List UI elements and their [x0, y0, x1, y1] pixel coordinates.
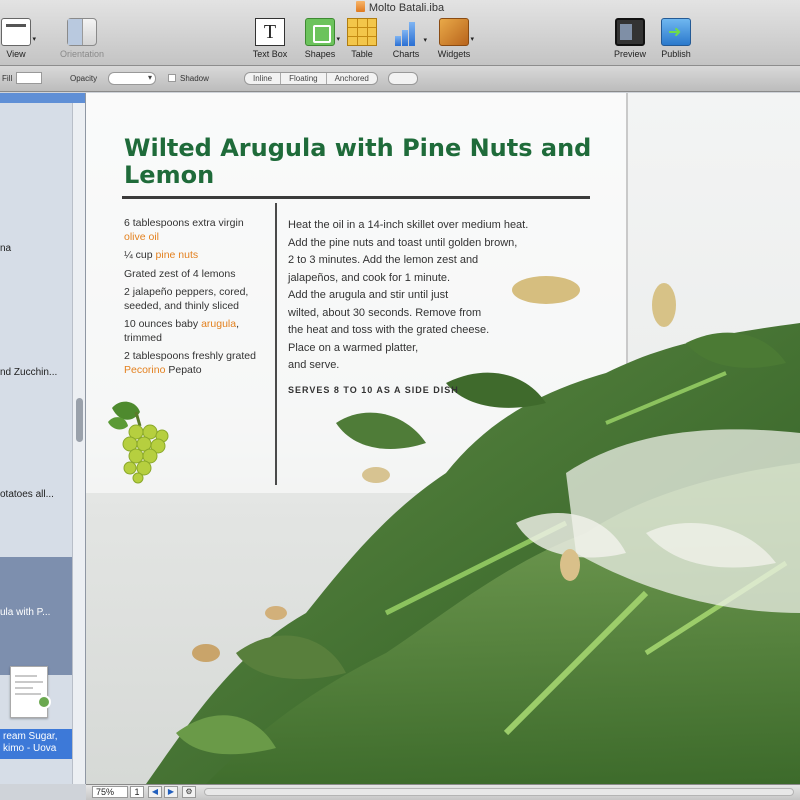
dropdown-caret-icon: ▾ — [470, 35, 474, 43]
fill-color-swatch[interactable] — [16, 72, 42, 84]
charts-button[interactable]: ▾ Charts — [382, 18, 430, 59]
window-title-text: Molto Batali.iba — [368, 2, 445, 14]
publish-button[interactable]: Publish — [652, 18, 700, 59]
highlight-line-1: ream Sugar, — [3, 731, 58, 742]
orientation-label: Orientation — [59, 49, 105, 59]
zoom-select[interactable]: 75% — [92, 786, 128, 798]
ingredient-item: 2 jalapeño peppers, cored, seeded, and t… — [124, 286, 249, 312]
ingredient-item: 2 tablespoons freshly grated Pecorino Pe… — [124, 350, 256, 376]
widgets-button[interactable]: ▾ Widgets — [430, 18, 478, 59]
shadow-label: Shadow — [180, 74, 209, 83]
method-line: the heat and toss with the grated cheese… — [288, 324, 490, 336]
bottom-bar: 75% 1 ◀ ▶ ⚙ — [86, 784, 800, 800]
recipe-title[interactable]: Wilted Arugula with Pine Nuts and Lemon — [124, 135, 594, 189]
previous-page-icon[interactable]: ◀ — [148, 786, 162, 798]
shadow-checkbox[interactable] — [168, 74, 176, 82]
widgets-label: Widgets — [437, 49, 471, 59]
shapes-label: Shapes — [304, 49, 336, 59]
method-line: Add the arugula and stir until just — [288, 289, 449, 301]
method-line: wilted, about 30 seconds. Remove from — [288, 306, 482, 319]
gear-icon[interactable]: ⚙ — [182, 786, 196, 798]
highlight-line-2: kimo - Uova — [3, 743, 57, 754]
window-title: Molto Batali.iba — [0, 1, 800, 14]
preview-button[interactable]: Preview — [606, 18, 654, 59]
orientation-icon — [67, 18, 97, 46]
text-box-button[interactable]: T Text Box — [246, 18, 294, 59]
text-box-icon: T — [255, 18, 285, 46]
shapes-button[interactable]: ▾ Shapes — [296, 18, 344, 59]
ingredient-highlight: arugula — [201, 318, 237, 330]
page-thumbnail[interactable] — [10, 666, 51, 718]
method-line: 2 to 3 minutes. Add the lemon zest and — [288, 254, 479, 266]
view-label: View — [6, 49, 26, 59]
sidebar-item-selected[interactable]: ula with P... — [0, 557, 72, 675]
ingredient-highlight: pine nuts — [155, 249, 199, 261]
sidebar-item[interactable]: otatoes all... — [0, 489, 72, 500]
wrap-segmented-control: Inline Floating Anchored — [244, 72, 378, 85]
table-icon — [347, 18, 377, 46]
dropdown-caret-icon: ▾ — [423, 36, 427, 44]
sidebar-item-highlighted[interactable]: ream Sugar, kimo - Uova — [0, 729, 80, 759]
sidebar-scroll-thumb[interactable] — [76, 398, 83, 442]
publish-icon — [661, 18, 691, 46]
grape-cluster-icon — [108, 401, 169, 484]
method-line: Heat the oil in a 14-inch skillet over m… — [288, 219, 529, 231]
opacity-select[interactable] — [108, 72, 156, 85]
table-label: Table — [351, 49, 373, 59]
sidebar-selected-label: ula with P... — [0, 607, 51, 618]
document-icon — [355, 1, 365, 12]
fill-label: Fill — [2, 74, 13, 83]
horizontal-scrollbar[interactable] — [204, 788, 794, 796]
sidebar-item[interactable]: nd Zucchin... — [0, 367, 72, 378]
page-number-field[interactable]: 1 — [130, 786, 144, 798]
method-line: Place on a warmed platter, — [288, 341, 419, 354]
wrap-inline-option[interactable]: Inline — [245, 73, 282, 84]
method-line: jalapeños, and cook for 1 minute. — [288, 271, 451, 284]
widgets-icon: ▾ — [439, 18, 474, 46]
sidebar-scrollbar[interactable] — [72, 103, 85, 784]
format-bar: Fill Opacity Shadow Inline Floating Anch… — [0, 66, 800, 92]
method-line: Add the pine nuts and toast until golden… — [288, 236, 518, 249]
publish-label: Publish — [661, 49, 691, 59]
sidebar-item[interactable]: na — [0, 243, 72, 254]
wrap-floating-option[interactable]: Floating — [281, 73, 327, 84]
ingredient-item: Grated zest of 4 lemons — [124, 267, 236, 280]
ingredients-list[interactable]: 6 tablespoons extra virgin olive oil ¼ c… — [124, 217, 264, 382]
sidebar: na nd Zucchin... otatoes all... ula with… — [0, 93, 86, 784]
column-rule — [275, 203, 277, 485]
title-rule — [122, 196, 590, 199]
serves-note: SERVES 8 TO 10 AS A SIDE DISH — [288, 385, 459, 395]
sidebar-selection-strip — [0, 93, 85, 103]
charts-label: Charts — [392, 49, 420, 59]
toolbar: Molto Batali.iba ▾ View Orientation T Te… — [0, 0, 800, 66]
next-page-icon[interactable]: ▶ — [164, 786, 178, 798]
shapes-icon: ▾ — [305, 18, 340, 46]
ingredient-highlight: olive oil — [124, 230, 160, 243]
method-line: and serve. — [288, 359, 340, 371]
page-canvas[interactable]: Wilted Arugula with Pine Nuts and Lemon … — [86, 93, 800, 784]
preview-icon — [615, 18, 645, 46]
view-button[interactable]: ▾ View — [0, 18, 40, 59]
wrap-options-button[interactable] — [388, 72, 418, 85]
charts-icon: ▾ — [391, 18, 427, 46]
view-icon: ▾ — [1, 18, 36, 46]
ingredient-highlight: Pecorino — [124, 363, 166, 376]
text-box-label: Text Box — [252, 49, 288, 59]
download-badge-icon — [37, 695, 51, 709]
dropdown-caret-icon: ▾ — [32, 35, 36, 43]
table-button[interactable]: Table — [338, 18, 386, 59]
preview-label: Preview — [613, 49, 646, 59]
method-text[interactable]: Heat the oil in a 14-inch skillet over m… — [288, 217, 588, 375]
opacity-label: Opacity — [70, 74, 98, 83]
wrap-anchored-option[interactable]: Anchored — [327, 73, 377, 84]
ingredient-item: 6 tablespoons extra virgin olive oil — [124, 217, 244, 243]
ingredient-item: ¼ cup pine nuts — [124, 249, 199, 261]
orientation-button[interactable]: Orientation — [52, 18, 112, 59]
ingredient-item: 10 ounces baby arugula, trimmed — [124, 318, 240, 344]
